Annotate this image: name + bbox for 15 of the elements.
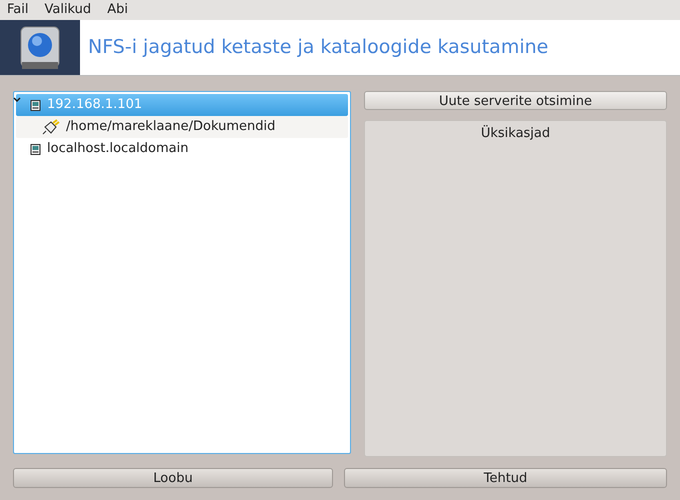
details-title: Üksikasjad	[480, 124, 550, 142]
menu-item[interactable]: Valikud	[44, 0, 92, 20]
computer-icon	[30, 100, 41, 110]
computer-icon	[30, 144, 41, 154]
tree-item[interactable]: /home/mareklaane/Dokumendid	[16, 116, 348, 138]
plug-icon	[42, 119, 60, 135]
hard-drive-globe-icon	[18, 24, 62, 70]
search-servers-button[interactable]: Uute serverite otsimine	[364, 91, 667, 110]
tree-item[interactable]: localhost.localdomain	[16, 138, 348, 160]
expander-icon[interactable]	[13, 97, 21, 103]
header-title: NFS-i jagatud ketaste ja kataloogide kasutamine	[88, 35, 548, 60]
cancel-button[interactable]: Loobu	[13, 468, 333, 488]
menu-item[interactable]: Fail	[7, 0, 28, 20]
done-button[interactable]: Tehtud	[344, 468, 667, 488]
menu-item[interactable]: Abi	[107, 0, 128, 20]
